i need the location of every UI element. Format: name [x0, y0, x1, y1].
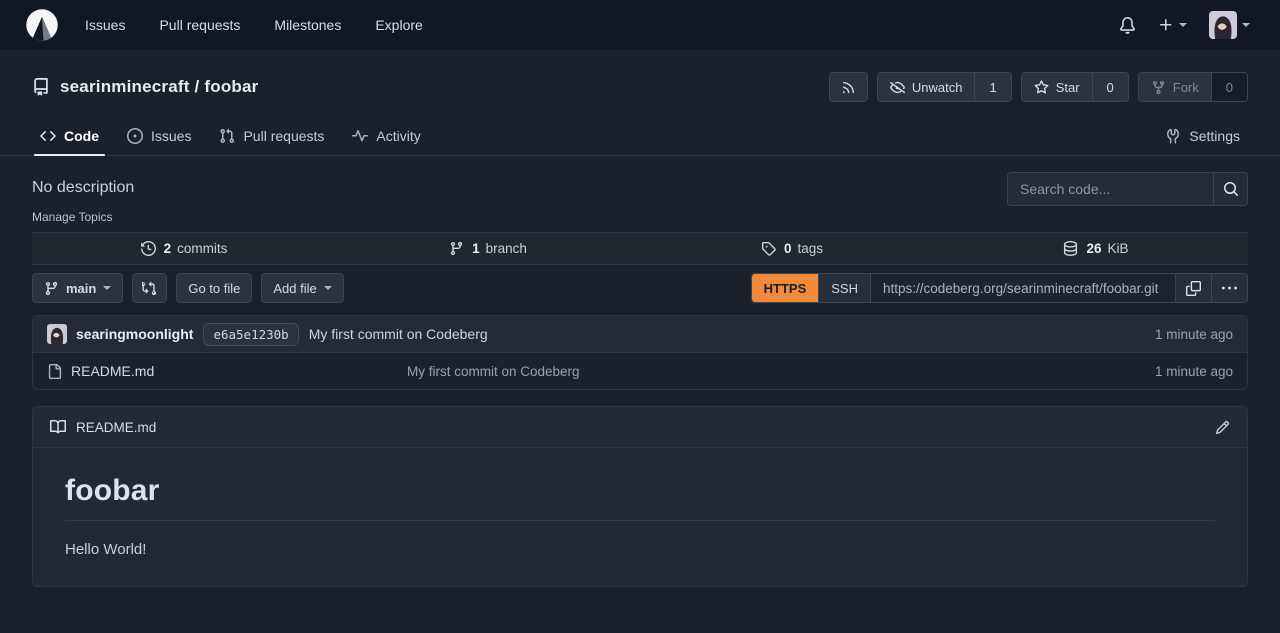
fork-button[interactable]: Fork [1139, 73, 1211, 101]
nav-issues[interactable]: Issues [68, 0, 142, 50]
nav-pull-requests[interactable]: Pull requests [142, 0, 257, 50]
readme-filename[interactable]: README.md [76, 420, 156, 435]
chevron-down-icon [1179, 23, 1187, 27]
codeberg-logo-icon[interactable] [24, 7, 60, 43]
readme-panel: README.md foobar Hello World! [32, 406, 1248, 587]
tab-issues[interactable]: Issues [113, 116, 205, 155]
rss-icon [841, 80, 856, 95]
chevron-down-icon [103, 286, 111, 290]
forks-count[interactable]: 0 [1211, 73, 1247, 101]
repo-size-stat[interactable]: 26KiB [944, 233, 1248, 264]
star-button-group: Star 0 [1021, 72, 1129, 102]
repo-actions: Unwatch 1 Star 0 Fork 0 [829, 72, 1248, 102]
repo-description: No description [32, 179, 134, 197]
readme-content: foobar Hello World! [33, 448, 1247, 586]
tag-icon [761, 241, 776, 256]
file-icon [47, 364, 62, 379]
watchers-count[interactable]: 1 [974, 73, 1010, 101]
ellipsis-icon [1222, 281, 1237, 296]
commit-sha-badge[interactable]: e6a5e1230b [203, 323, 298, 346]
pencil-icon [1215, 420, 1230, 435]
branch-icon [44, 281, 59, 296]
compare-branches-button[interactable] [132, 273, 167, 303]
navbar-links: Issues Pull requests Milestones Explore [68, 0, 440, 50]
clone-url-input[interactable] [870, 274, 1175, 302]
clone-url-group: HTTPS SSH [751, 273, 1248, 303]
chevron-down-icon [1242, 23, 1250, 27]
history-icon [141, 241, 156, 256]
manage-topics-link[interactable]: Manage Topics [32, 210, 134, 224]
nav-milestones[interactable]: Milestones [257, 0, 358, 50]
main-content: No description Manage Topics 2commits 1b… [0, 172, 1280, 587]
rss-feed-button[interactable] [829, 72, 868, 102]
plus-icon [1158, 17, 1174, 33]
file-commit-time: 1 minute ago [1155, 364, 1233, 379]
eye-closed-icon [890, 80, 905, 95]
code-search-input[interactable] [1008, 173, 1213, 205]
repo-stats-bar: 2commits 1branch 0tags 26KiB [32, 232, 1248, 265]
star-icon [1034, 80, 1049, 95]
notifications-bell-icon[interactable] [1119, 17, 1136, 34]
repository-icon [32, 78, 50, 96]
tab-code[interactable]: Code [26, 116, 113, 155]
branch-toolbar: main Go to file Add file HTTPS SSH [32, 273, 1248, 303]
search-icon [1223, 181, 1239, 197]
more-actions-button[interactable] [1211, 274, 1247, 302]
fork-icon [1151, 80, 1166, 95]
book-open-icon [50, 419, 66, 435]
ssh-protocol-button[interactable]: SSH [818, 274, 870, 302]
tab-pull-requests[interactable]: Pull requests [205, 116, 338, 155]
chevron-down-icon [324, 286, 332, 290]
branch-icon [449, 241, 464, 256]
commit-author-avatar[interactable] [47, 324, 67, 344]
tabbar-spacer [435, 116, 1152, 155]
repo-title[interactable]: searinminecraft / foobar [60, 77, 258, 97]
go-to-file-button[interactable]: Go to file [176, 273, 252, 303]
user-menu-dropdown[interactable] [1209, 11, 1250, 39]
star-button[interactable]: Star [1022, 73, 1092, 101]
code-icon [40, 128, 56, 144]
search-button[interactable] [1213, 173, 1247, 205]
https-protocol-button[interactable]: HTTPS [752, 274, 819, 302]
branch-selector[interactable]: main [32, 273, 123, 303]
file-commit-message[interactable]: My first commit on Codeberg [407, 364, 1155, 379]
stars-count[interactable]: 0 [1092, 73, 1128, 101]
nav-explore[interactable]: Explore [358, 0, 439, 50]
repo-tabbar: Code Issues Pull requests Activity Setti… [0, 116, 1280, 156]
readme-header: README.md [33, 407, 1247, 448]
edit-readme-button[interactable] [1215, 420, 1230, 435]
user-avatar [1209, 11, 1237, 39]
tab-settings[interactable]: Settings [1151, 116, 1254, 155]
table-row: README.md My first commit on Codeberg 1 … [33, 353, 1247, 389]
commit-time: 1 minute ago [1155, 327, 1233, 342]
readme-heading: foobar [65, 474, 1215, 521]
top-navbar: Issues Pull requests Milestones Explore [0, 0, 1280, 50]
commits-stat[interactable]: 2commits [32, 233, 336, 264]
watch-button-group: Unwatch 1 [877, 72, 1012, 102]
commit-author-name[interactable]: searingmoonlight [76, 326, 193, 342]
navbar-right [1119, 11, 1264, 39]
copy-url-button[interactable] [1175, 274, 1211, 302]
pull-request-icon [219, 128, 235, 144]
file-list-box: searingmoonlight e6a5e1230b My first com… [32, 315, 1248, 390]
settings-wrench-icon [1165, 128, 1181, 144]
add-file-button[interactable]: Add file [261, 273, 343, 303]
create-new-dropdown[interactable] [1158, 17, 1187, 33]
git-compare-icon [142, 281, 157, 296]
commit-message[interactable]: My first commit on Codeberg [309, 326, 488, 342]
pulse-icon [352, 128, 368, 144]
repo-header: searinminecraft / foobar Unwatch 1 Star … [0, 50, 1280, 112]
issue-icon [127, 128, 143, 144]
fork-button-group: Fork 0 [1138, 72, 1248, 102]
database-icon [1063, 241, 1078, 256]
unwatch-button[interactable]: Unwatch [878, 73, 975, 101]
latest-commit-row: searingmoonlight e6a5e1230b My first com… [33, 316, 1247, 353]
readme-paragraph: Hello World! [65, 541, 1215, 558]
copy-icon [1186, 281, 1201, 296]
file-link[interactable]: README.md [47, 363, 407, 379]
branches-stat[interactable]: 1branch [336, 233, 640, 264]
code-search [1007, 172, 1248, 206]
tab-activity[interactable]: Activity [338, 116, 434, 155]
tags-stat[interactable]: 0tags [640, 233, 944, 264]
